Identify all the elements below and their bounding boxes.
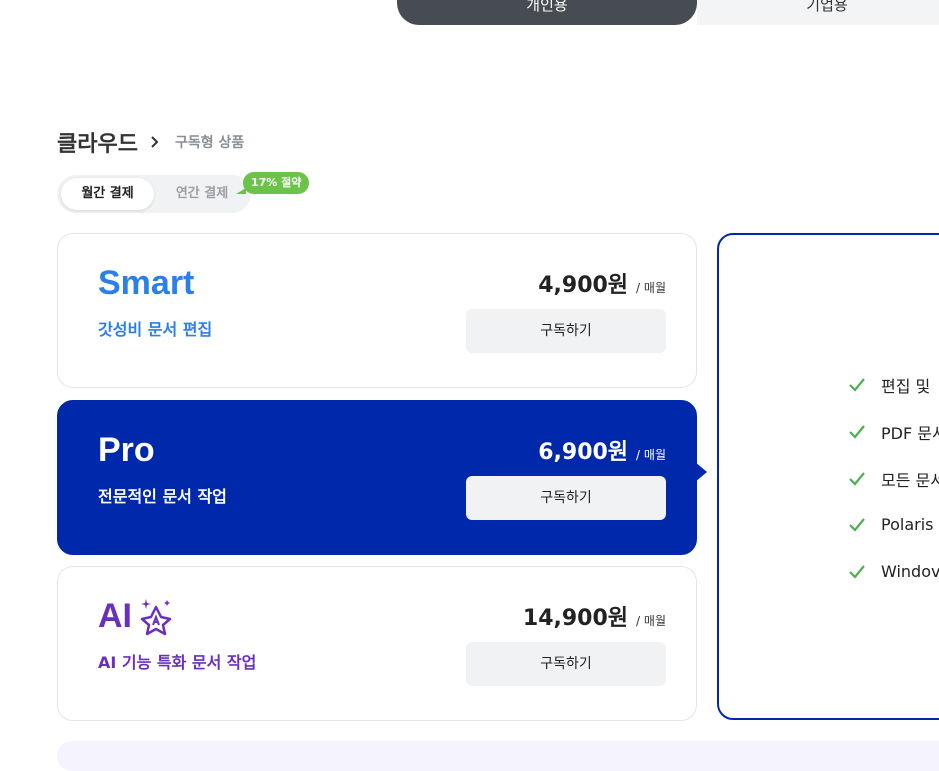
feature-label: Windov (881, 562, 939, 581)
subscribe-button-ai[interactable]: 구독하기 (466, 642, 666, 686)
price-period: / 매월 (636, 448, 666, 462)
plan-card-smart[interactable]: Smart 갓성비 문서 편집 4,900원 / 매월 구독하기 (57, 233, 697, 388)
plan-price: 14,900원 / 매월 (523, 600, 666, 632)
price-value: 6,900원 (538, 440, 629, 465)
subscribe-button-smart[interactable]: 구독하기 (466, 309, 666, 353)
check-icon (849, 378, 865, 392)
plan-price: 4,900원 / 매월 (538, 267, 666, 299)
chevron-right-icon (151, 136, 159, 148)
feature-label: PDF 문서 (881, 424, 939, 443)
audience-tabs: 개인용 기업용 (397, 0, 939, 25)
selected-pointer (695, 462, 707, 482)
feature-label: Polaris (881, 515, 934, 534)
breadcrumb-root[interactable]: 클라우드 (57, 126, 138, 158)
bottom-banner (57, 741, 939, 771)
price-period: / 매월 (636, 281, 666, 295)
price-value: 4,900원 (538, 273, 629, 298)
plan-name: AI (98, 597, 132, 635)
check-icon (849, 517, 865, 532)
plan-description: AI 기능 특화 문서 작업 (98, 653, 257, 672)
billing-toggle: 월간 결제 연간 결제 (57, 175, 251, 213)
billing-yearly-option[interactable]: 연간 결제 (161, 178, 243, 210)
feature-label: 편집 및 (881, 377, 931, 396)
plan-name: Smart (98, 264, 195, 302)
plan-card-ai[interactable]: AI AI 기능 특화 문서 작업 14,900원 / 매월 구독하기 (57, 566, 697, 721)
feature-label: 모든 문서 (881, 471, 939, 490)
subscribe-button-pro[interactable]: 구독하기 (466, 476, 666, 520)
tab-business[interactable]: 기업용 (697, 0, 939, 25)
price-period: / 매월 (636, 614, 666, 628)
ai-sparkle-icon (140, 599, 172, 636)
check-icon (849, 425, 865, 439)
plan-card-pro[interactable]: Pro 전문적인 문서 작업 6,900원 / 매월 구독하기 (57, 400, 697, 555)
tab-personal[interactable]: 개인용 (397, 0, 697, 25)
plan-name: Pro (98, 431, 155, 469)
features-panel: 편집 및 PDF 문서 모든 문서 Polaris Windov (717, 233, 939, 720)
check-icon (849, 472, 865, 486)
price-value: 14,900원 (522, 606, 629, 631)
check-icon (849, 564, 865, 579)
feature-item: 모든 문서 (849, 467, 939, 491)
savings-badge: 17% 절약 (243, 172, 310, 194)
billing-monthly-option[interactable]: 월간 결제 (61, 178, 154, 210)
feature-item: PDF 문서 (849, 420, 939, 444)
plan-price: 6,900원 / 매월 (538, 434, 666, 466)
feature-item: Windov (849, 562, 939, 581)
feature-item: 편집 및 (849, 373, 930, 397)
breadcrumb: 클라우드 구독형 상품 (57, 126, 244, 158)
plan-description: 전문적인 문서 작업 (98, 487, 227, 506)
feature-item: Polaris (849, 515, 933, 534)
breadcrumb-current: 구독형 상품 (174, 135, 245, 151)
plan-description: 갓성비 문서 편집 (98, 320, 213, 339)
